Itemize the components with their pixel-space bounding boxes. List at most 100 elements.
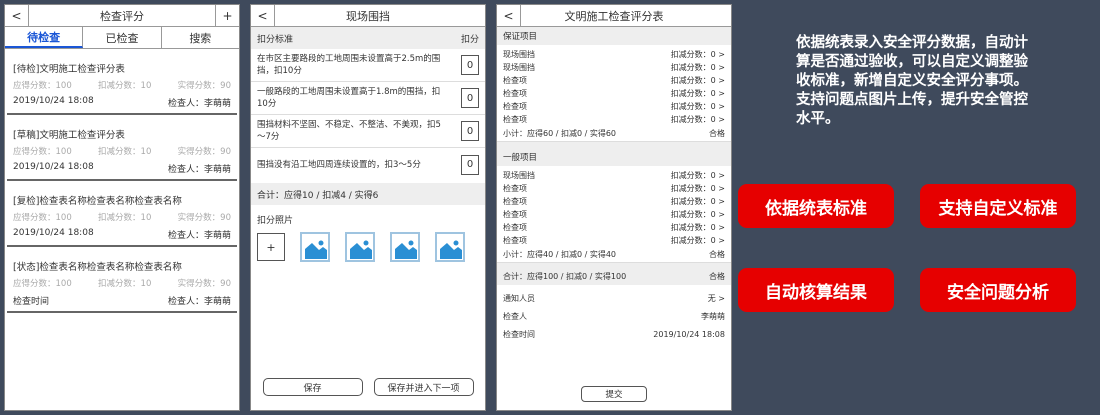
- item-date: 检查时间: [13, 297, 50, 307]
- total-summary: 合计：应得10 / 扣减4 / 实得6: [251, 183, 485, 205]
- notify-row[interactable]: 通知人员 无 >: [497, 289, 731, 307]
- check-item-name: 检查项: [503, 236, 527, 245]
- check-item-value: 扣减分数：0 >: [670, 50, 725, 59]
- scoring-detail-screen: < 现场围挡 扣分标准 扣分 在市区主要路段的工地周围未设置高于2.5m的围挡，…: [250, 4, 486, 411]
- check-item-name: 现场围挡: [503, 50, 535, 59]
- grand-total-row: 合计：应得100 / 扣减0 / 实得100 合格: [497, 267, 731, 285]
- feature-tag: 依据统表标准: [738, 184, 894, 228]
- actual-score: 实得分数：90: [177, 213, 231, 223]
- criterion-row: 围挡没有沿工地四周连续设置的，扣3～5分 0: [251, 148, 485, 181]
- check-item[interactable]: 检查项 扣减分数：0 >: [497, 195, 731, 208]
- header: < 文明施工检查评分表: [497, 5, 731, 27]
- check-item[interactable]: 检查项 扣减分数：0 >: [497, 182, 731, 195]
- criterion-row: 围挡材料不坚固、不稳定、不整洁、不美观，扣5～7分 0: [251, 115, 485, 148]
- save-button[interactable]: 保存: [262, 378, 363, 396]
- tab-pending[interactable]: 待检查: [5, 27, 84, 48]
- submit-button[interactable]: 提交: [581, 386, 647, 402]
- group-header: 一般项目: [497, 148, 731, 166]
- page-title: 现场围挡: [346, 9, 390, 23]
- image-icon: [395, 237, 417, 259]
- check-item[interactable]: 现场围挡 扣减分数：0 >: [497, 169, 731, 182]
- check-item[interactable]: 现场围挡 扣减分数：0 >: [497, 61, 731, 74]
- list-item[interactable]: [复检]检查表名称检查表名称检查表名称 应得分数：100 扣减分数：10 实得分数：…: [7, 187, 237, 247]
- check-item[interactable]: 检查项 扣减分数：0 >: [497, 208, 731, 221]
- tab-search[interactable]: 搜索: [162, 27, 239, 48]
- score-header-label: 扣分: [460, 34, 479, 45]
- list-item[interactable]: [状态]检查表名称检查表名称检查表名称 应得分数：100 扣减分数：10 实得分数：…: [7, 253, 237, 313]
- check-item[interactable]: 检查项 扣减分数：0 >: [497, 234, 731, 247]
- score-input[interactable]: 0: [461, 121, 479, 141]
- time-label: 检查时间: [503, 329, 535, 339]
- check-item-name: 检查项: [503, 223, 527, 232]
- item-inspector: 检查人：李萌萌: [167, 231, 231, 241]
- check-item-value: 扣减分数：0 >: [670, 102, 725, 111]
- check-item-value: 扣减分数：0 >: [670, 197, 725, 206]
- list-item[interactable]: [草稿]文明施工检查评分表 应得分数：100 扣减分数：10 实得分数：90 201…: [7, 121, 237, 181]
- time-row: 检查时间 2019/10/24 18:08: [497, 325, 731, 343]
- item-title: [复检]检查表名称检查表名称检查表名称: [13, 196, 182, 207]
- criterion-text: 围挡材料不坚固、不稳定、不整洁、不美观，扣5～7分: [257, 120, 441, 142]
- photo-thumbnail[interactable]: [390, 232, 420, 262]
- check-item-name: 检查项: [503, 210, 527, 219]
- score-input[interactable]: 0: [461, 88, 479, 108]
- item-inspector: 检查人：李萌萌: [167, 165, 231, 175]
- check-item-name: 检查项: [503, 184, 527, 193]
- check-item-name: 现场围挡: [503, 171, 535, 180]
- check-item[interactable]: 现场围挡 扣减分数：0 >: [497, 48, 731, 61]
- back-button[interactable]: <: [5, 5, 29, 27]
- check-item[interactable]: 检查项 扣减分数：0 >: [497, 87, 731, 100]
- should-score: 应得分数：100: [13, 147, 72, 157]
- feature-description: 依据统表录入安全评分数据，自动计算是否通过验收，可以自定义调整验收标准，新增自定…: [796, 35, 1028, 127]
- add-photo-button[interactable]: +: [257, 233, 285, 261]
- item-title: [状态]检查表名称检查表名称检查表名称: [13, 262, 182, 273]
- check-item-value: 扣减分数：0 >: [670, 223, 725, 232]
- check-item-value: 扣减分数：0 >: [670, 89, 725, 98]
- check-item-name: 检查项: [503, 76, 527, 85]
- criterion-row: 在市区主要路段的工地周围未设置高于2.5m的围挡，扣10分 0: [251, 49, 485, 82]
- group-header: 保证项目: [497, 27, 731, 45]
- check-item[interactable]: 检查项 扣减分数：0 >: [497, 74, 731, 87]
- add-button[interactable]: +: [215, 5, 239, 27]
- score-input[interactable]: 0: [461, 55, 479, 75]
- check-item-value: 扣减分数：0 >: [670, 76, 725, 85]
- header: < 现场围挡: [251, 5, 485, 27]
- deduct-score: 扣减分数：10: [98, 81, 152, 91]
- criterion-text: 围挡没有沿工地四周连续设置的，扣3～5分: [257, 159, 421, 170]
- back-button[interactable]: <: [497, 5, 521, 27]
- photo-thumbnail[interactable]: [435, 232, 465, 262]
- check-item[interactable]: 检查项 扣减分数：0 >: [497, 100, 731, 113]
- photo-thumbnail[interactable]: [345, 232, 375, 262]
- check-item[interactable]: 检查项 扣减分数：0 >: [497, 221, 731, 234]
- feature-tag: 支持自定义标准: [920, 184, 1076, 228]
- subtotal-row: 小计：应得40 / 扣减0 / 实得40 合格: [497, 247, 731, 263]
- score-input[interactable]: 0: [461, 154, 479, 175]
- notify-label: 通知人员: [503, 293, 535, 303]
- back-button[interactable]: <: [251, 5, 275, 27]
- header: < 检查评分 +: [5, 5, 239, 27]
- feature-tag: 自动核算结果: [738, 268, 894, 312]
- item-title: [草稿]文明施工检查评分表: [13, 130, 125, 141]
- check-item[interactable]: 检查项 扣减分数：0 >: [497, 113, 731, 126]
- criteria-header: 扣分标准 扣分: [251, 27, 485, 49]
- photo-thumbnail[interactable]: [300, 232, 330, 262]
- save-next-button[interactable]: 保存并进入下一项: [373, 378, 474, 396]
- criterion-row: 一般路段的工地周围未设置高于1.8m的围挡，扣10分 0: [251, 82, 485, 115]
- tab-checked[interactable]: 已检查: [83, 27, 162, 48]
- list-item[interactable]: [待检]文明施工检查评分表 应得分数：100 扣减分数：10 实得分数：90 201…: [7, 55, 237, 115]
- inspector-value: 李萌萌: [701, 311, 725, 321]
- page-title: 文明施工检查评分表: [564, 9, 664, 23]
- deduct-score: 扣减分数：10: [98, 279, 152, 289]
- actual-score: 实得分数：90: [177, 279, 231, 289]
- page-title: 检查评分: [100, 9, 144, 23]
- inspector-row: 检查人 李萌萌: [497, 307, 731, 325]
- check-item-value: 扣减分数：0 >: [670, 184, 725, 193]
- feature-tag: 安全问题分析: [920, 268, 1076, 312]
- should-score: 应得分数：100: [13, 279, 72, 289]
- inspection-list-screen: < 检查评分 + 待检查 已检查 搜索 [待检]文明施工检查评分表 应得分数：1…: [4, 4, 240, 411]
- item-date: 2019/10/24 18:08: [13, 162, 94, 172]
- item-date: 2019/10/24 18:08: [13, 96, 94, 106]
- photo-label: 扣分照片: [257, 216, 294, 226]
- score-sheet-screen: < 文明施工检查评分表 保证项目 现场围挡 扣减分数：0 > 现场围挡 扣减分数：0…: [496, 4, 732, 411]
- image-icon: [350, 237, 372, 259]
- criterion-text: 在市区主要路段的工地周围未设置高于2.5m的围挡，扣10分: [257, 54, 441, 76]
